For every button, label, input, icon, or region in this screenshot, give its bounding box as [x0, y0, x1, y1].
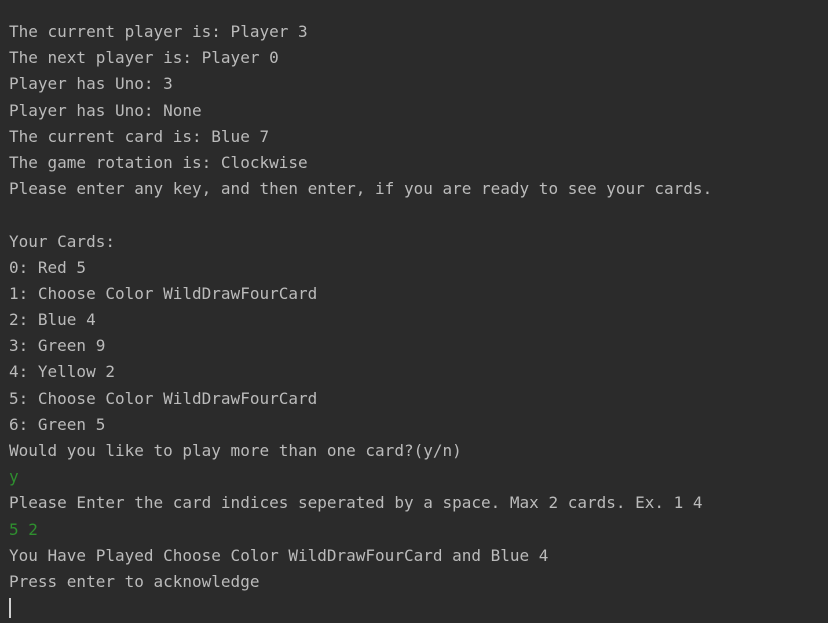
user-input-line: y: [9, 467, 19, 487]
console-line: Your Cards:: [9, 231, 115, 251]
user-input-line: 5 2: [9, 519, 38, 539]
console-line: The current card is: Blue 7: [9, 126, 270, 146]
console-line: The game rotation is: Clockwise: [9, 152, 308, 172]
console-line: Player has Uno: None: [9, 100, 202, 120]
card-list-item: 1: Choose Color WildDrawFourCard: [9, 283, 318, 303]
console-line: The next player is: Player 0: [9, 48, 279, 68]
card-list-item: 0: Red 5: [9, 257, 87, 277]
console-line: Would you like to play more than one car…: [9, 441, 462, 460]
console-line: Player has Uno: 3: [9, 74, 173, 94]
console-line: Please Enter the card indices seperated …: [9, 493, 703, 513]
card-list-item: 6: Green 5: [9, 414, 106, 434]
card-list-item: 4: Yellow 2: [9, 362, 115, 382]
text-cursor: [9, 597, 11, 618]
console-output[interactable]: The current player is: Player 3 The next…: [0, 0, 828, 623]
card-list-item: 5: Choose Color WildDrawFourCard: [9, 388, 318, 408]
console-input-prompt[interactable]: [9, 595, 828, 621]
console-line: Press enter to acknowledge: [9, 571, 260, 591]
card-list-item: 3: Green 9: [9, 336, 106, 356]
console-line: The current player is: Player 3: [9, 22, 308, 41]
console-line: You Have Played Choose Color WildDrawFou…: [9, 545, 549, 565]
card-list-item: 2: Blue 4: [9, 310, 96, 330]
console-line: Please enter any key, and then enter, if…: [9, 179, 713, 199]
